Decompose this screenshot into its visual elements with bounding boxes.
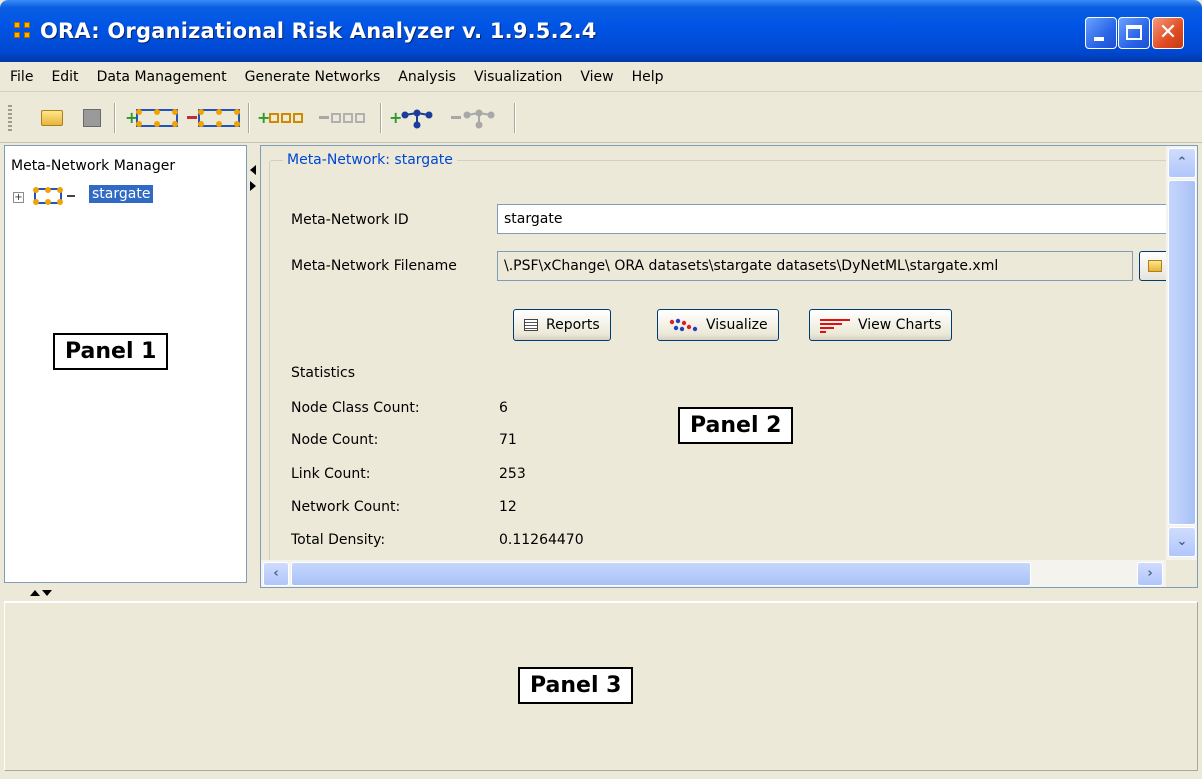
remove-network-icon	[451, 109, 495, 129]
remove-nodeset-icon	[319, 113, 365, 123]
toolbar-separator	[380, 103, 382, 133]
tree-item-stargate[interactable]: stargate	[89, 185, 154, 203]
add-metanetwork-button[interactable]: +	[124, 105, 180, 131]
maximize-button[interactable]	[1118, 17, 1150, 49]
scroll-up-icon[interactable]: ⌃	[1168, 148, 1196, 178]
add-metanetwork-icon: +	[125, 108, 178, 127]
menu-generate-networks[interactable]: Generate Networks	[245, 69, 381, 85]
toolbar-separator	[248, 103, 250, 133]
svg-text:+: +	[257, 108, 270, 127]
remove-metanetwork-icon	[187, 109, 240, 127]
vertical-scroll-thumb[interactable]	[1168, 180, 1196, 525]
ora-app-icon	[14, 22, 32, 40]
vertical-splitter-arrows[interactable]	[248, 163, 258, 193]
scroll-corner	[1166, 560, 1197, 587]
menu-view[interactable]: View	[580, 69, 613, 85]
total-density-value: 0.11264470	[499, 532, 584, 548]
reports-label: Reports	[546, 317, 600, 333]
vertical-scrollbar[interactable]: ⌃ ⌄	[1166, 146, 1197, 560]
toolbar: + + +	[0, 93, 1202, 143]
network-count-value: 12	[499, 499, 517, 515]
title-bar[interactable]: ORA: Organizational Risk Analyzer v. 1.9…	[0, 0, 1202, 62]
meta-network-filename-label: Meta-Network Filename	[291, 258, 457, 274]
visualize-icon	[669, 318, 698, 332]
horizontal-scroll-thumb[interactable]	[291, 562, 1031, 586]
reports-button[interactable]: Reports	[513, 309, 611, 341]
panel-1-callout: Panel 1	[53, 333, 169, 370]
visualize-label: Visualize	[706, 317, 768, 333]
group-title: Meta-Network: stargate	[283, 152, 457, 168]
total-density-label: Total Density:	[291, 532, 386, 548]
node-count-value: 71	[499, 432, 517, 448]
toolbar-separator	[114, 103, 116, 133]
maximize-icon	[1126, 25, 1142, 40]
view-charts-button[interactable]: View Charts	[809, 309, 953, 341]
statistics-title: Statistics	[291, 365, 355, 381]
link-count-value: 253	[499, 466, 526, 482]
minimize-button[interactable]	[1085, 17, 1117, 49]
report-icon	[524, 319, 538, 331]
splitter-collapse-icon[interactable]	[28, 588, 54, 598]
open-folder-icon	[41, 110, 63, 126]
menu-visualization[interactable]: Visualization	[474, 69, 562, 85]
svg-text:+: +	[389, 108, 402, 127]
meta-network-details-panel: Meta-Network: stargate Meta-Network ID s…	[260, 145, 1198, 588]
remove-metanetwork-button[interactable]	[186, 105, 242, 131]
add-nodeset-button[interactable]: +	[256, 105, 312, 131]
node-count-label: Node Count:	[291, 432, 379, 448]
link-count-label: Link Count:	[291, 466, 371, 482]
view-charts-label: View Charts	[858, 317, 942, 333]
meta-network-filename-field[interactable]: \.PSF\xChange\ ORA datasets\stargate dat…	[497, 251, 1133, 281]
tree-expand-icon[interactable]: +	[13, 192, 24, 203]
open-folder-button[interactable]	[38, 105, 66, 131]
metanetwork-tree-icon	[33, 187, 75, 205]
chart-icon	[820, 318, 850, 333]
browse-button[interactable]	[1139, 251, 1169, 281]
menu-help[interactable]: Help	[632, 69, 664, 85]
meta-network-id-label: Meta-Network ID	[291, 212, 409, 228]
node-class-count-value: 6	[499, 400, 508, 416]
menu-analysis[interactable]: Analysis	[398, 69, 456, 85]
menu-edit[interactable]: Edit	[51, 69, 78, 85]
node-class-count-label: Node Class Count:	[291, 400, 420, 416]
add-network-icon: +	[389, 108, 433, 129]
scroll-right-icon[interactable]: ›	[1137, 562, 1163, 586]
menu-bar: File Edit Data Management Generate Netwo…	[0, 62, 1202, 92]
panel-2-callout: Panel 2	[678, 407, 794, 444]
menu-data-management[interactable]: Data Management	[97, 69, 227, 85]
panel-3-callout: Panel 3	[518, 667, 634, 704]
close-button[interactable]: ✕	[1152, 17, 1184, 49]
meta-network-id-field[interactable]: stargate	[497, 204, 1177, 234]
remove-nodeset-button[interactable]	[318, 105, 374, 131]
add-network-button[interactable]: +	[388, 105, 444, 131]
close-icon: ✕	[1158, 20, 1178, 45]
meta-network-manager-title: Meta-Network Manager	[11, 158, 176, 174]
remove-network-button[interactable]	[450, 105, 506, 131]
save-button[interactable]	[78, 105, 106, 131]
toolbar-grip[interactable]	[8, 105, 12, 131]
horizontal-scrollbar[interactable]: ‹ ›	[261, 560, 1166, 587]
minimize-icon	[1094, 37, 1104, 41]
horizontal-splitter[interactable]	[0, 588, 1202, 600]
save-disk-icon	[83, 109, 101, 127]
network-count-label: Network Count:	[291, 499, 401, 515]
toolbar-separator	[514, 103, 516, 133]
browse-folder-icon	[1148, 260, 1162, 272]
details-scroll-content: Meta-Network: stargate Meta-Network ID s…	[261, 146, 1189, 580]
menu-file[interactable]: File	[10, 69, 33, 85]
scroll-down-icon[interactable]: ⌄	[1168, 527, 1196, 557]
scroll-left-icon[interactable]: ‹	[263, 562, 289, 586]
visualize-button[interactable]: Visualize	[657, 309, 779, 341]
window-title: ORA: Organizational Risk Analyzer v. 1.9…	[40, 19, 597, 43]
add-nodeset-icon: +	[257, 108, 303, 127]
